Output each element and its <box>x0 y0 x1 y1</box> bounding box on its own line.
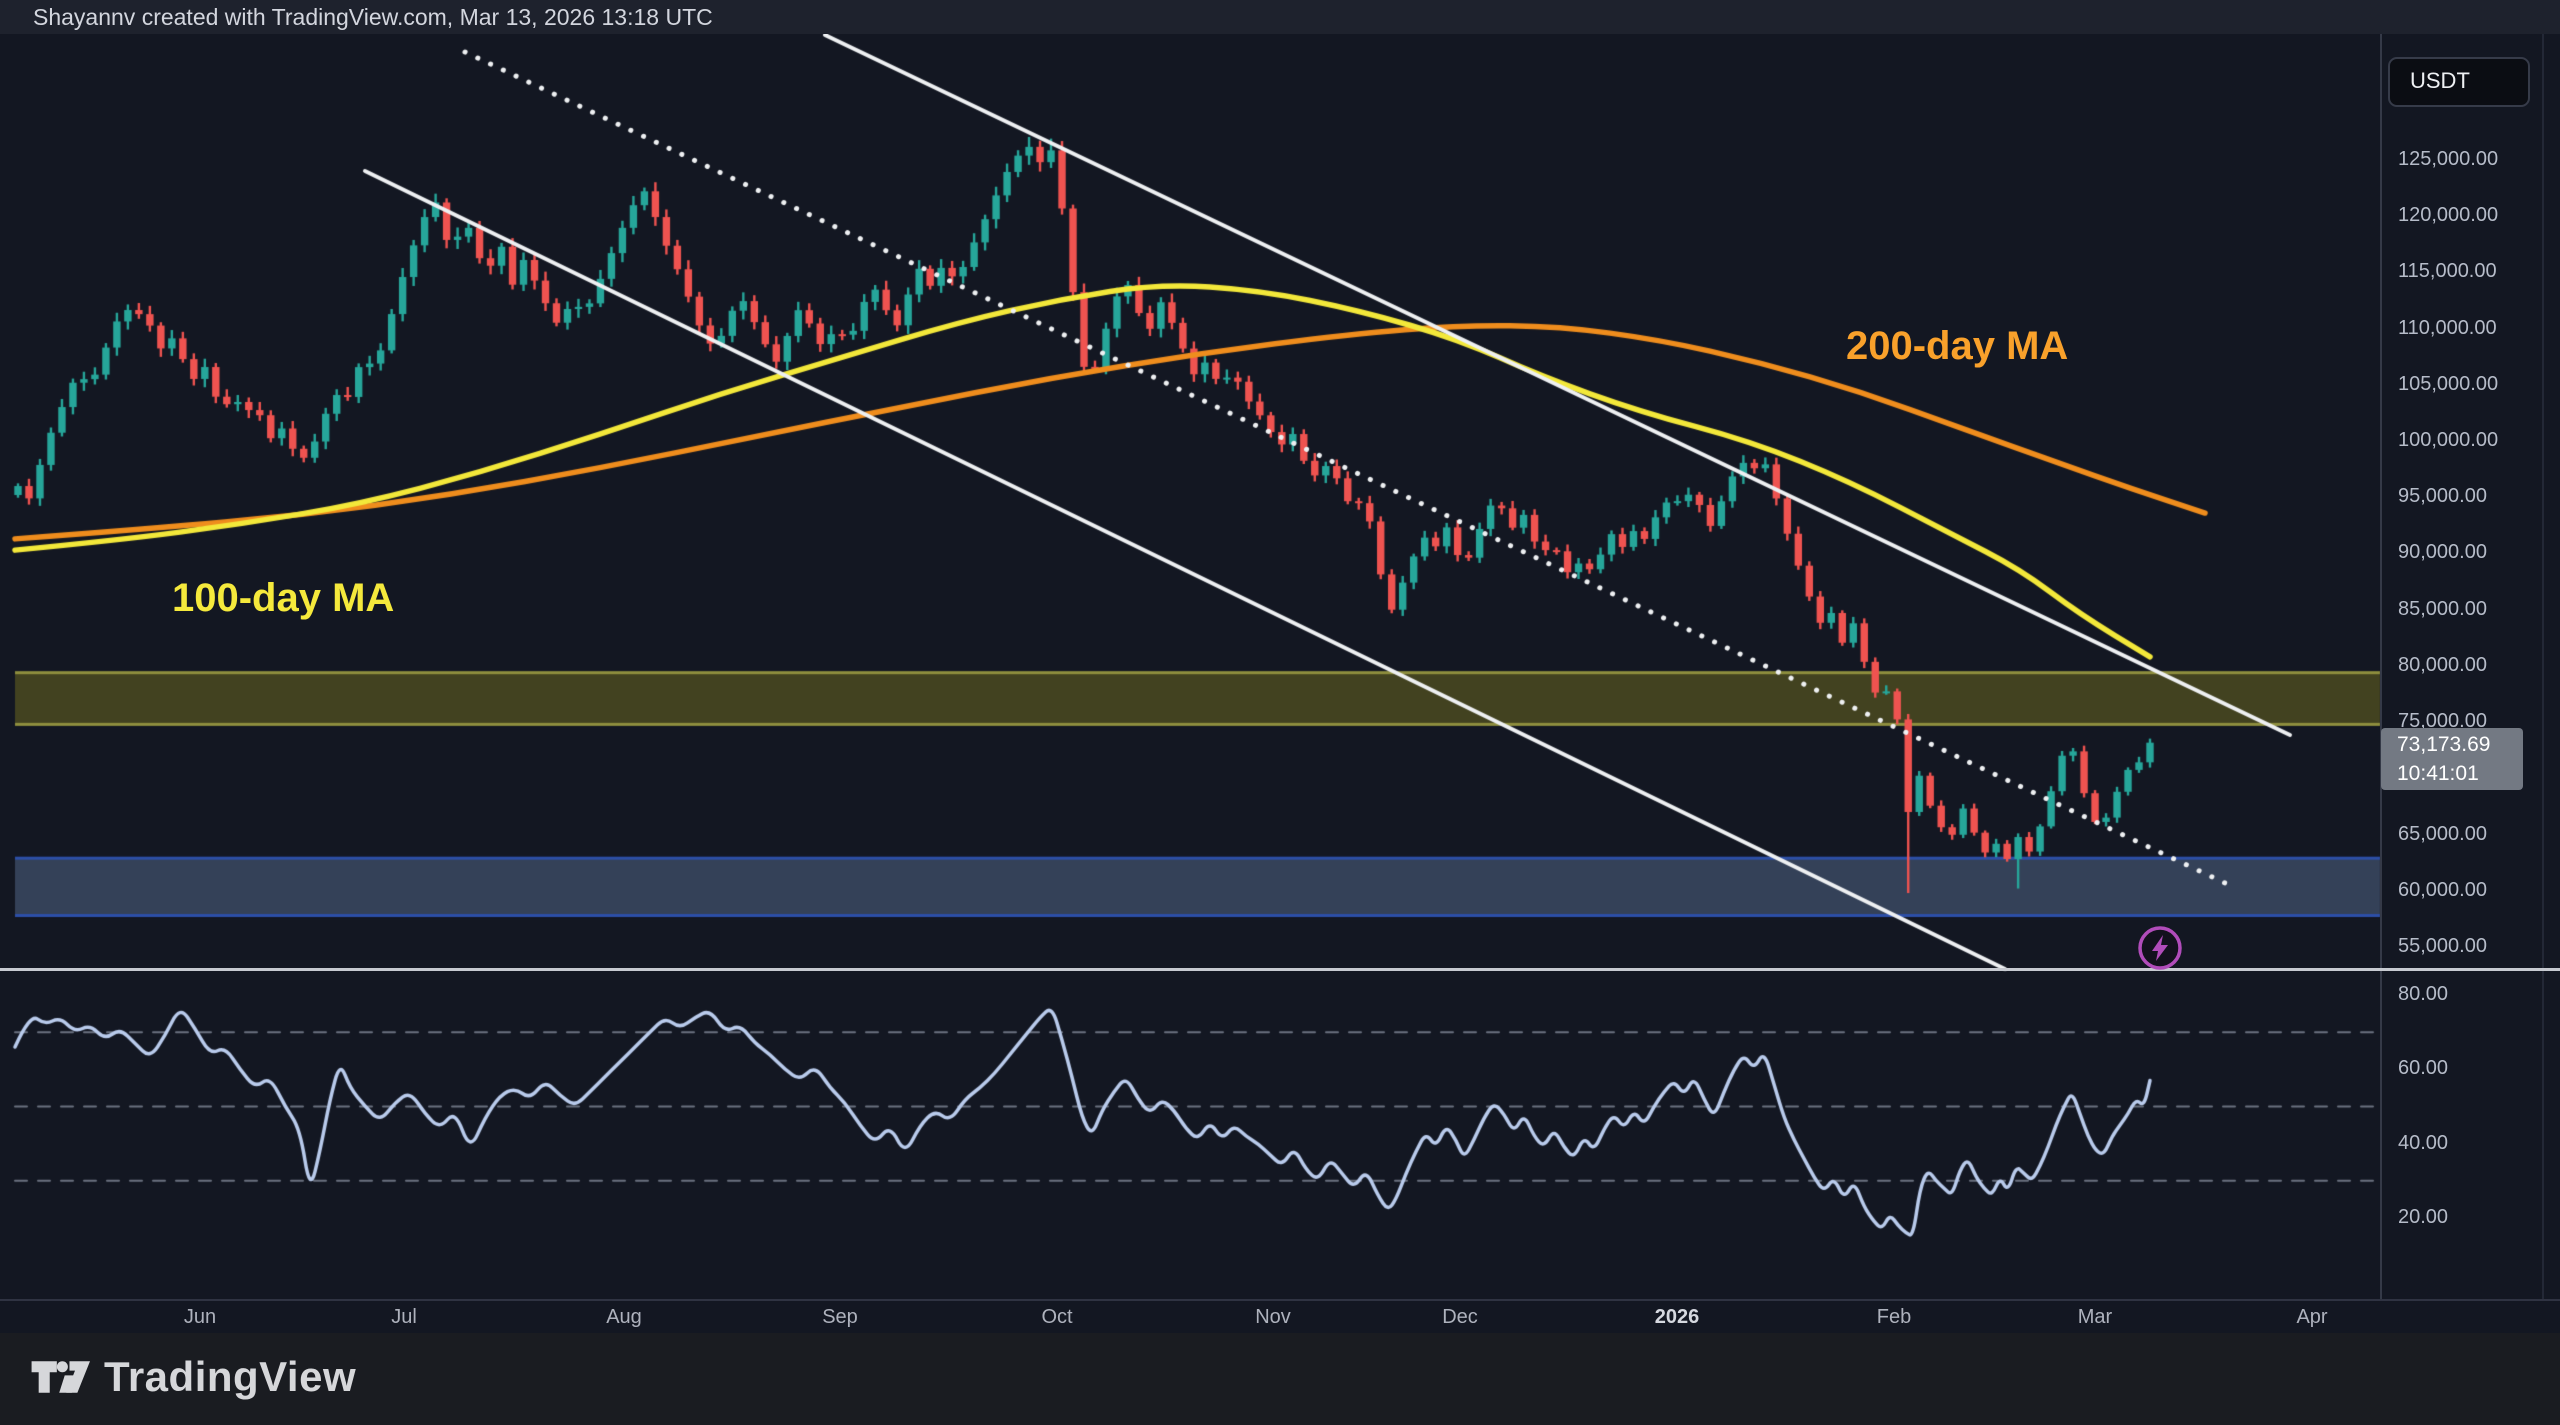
month-label-Dec[interactable]: Dec <box>1442 1306 1478 1329</box>
month-label-Feb[interactable]: Feb <box>1877 1306 1911 1329</box>
tradingview-logo-icon <box>30 1351 90 1403</box>
price-chart-canvas[interactable] <box>0 0 2560 1425</box>
price-tick-label: 65,000.00 <box>2398 823 2487 846</box>
month-label-Sep[interactable]: Sep <box>822 1306 858 1329</box>
footer-bar: TradingView <box>0 1333 2560 1425</box>
month-label-Oct[interactable]: Oct <box>1041 1306 1072 1329</box>
right-edge-border <box>2542 34 2544 1300</box>
price-tick-label: 90,000.00 <box>2398 541 2487 564</box>
month-label-Aug[interactable]: Aug <box>606 1306 642 1329</box>
price-tick-label: 95,000.00 <box>2398 485 2487 508</box>
price-tick-label: 100,000.00 <box>2398 429 2498 452</box>
rsi-tick-label: 60.00 <box>2398 1057 2448 1080</box>
month-label-Nov[interactable]: Nov <box>1255 1306 1291 1329</box>
month-label-Mar[interactable]: Mar <box>2078 1306 2112 1329</box>
rsi-tick-label: 20.00 <box>2398 1206 2448 1229</box>
price-tick-label: 120,000.00 <box>2398 204 2498 227</box>
current-price-label: 73,173.69 10:41:01 <box>2381 728 2523 790</box>
chart-page: Shayannv created with TradingView.com, M… <box>0 0 2560 1425</box>
tradingview-logo-text: TradingView <box>104 1353 356 1401</box>
rsi-tick-label: 80.00 <box>2398 983 2448 1006</box>
flash-icon <box>2136 924 2184 977</box>
attribution-text: Shayannv created with TradingView.com, M… <box>33 0 713 34</box>
time-axis-border <box>0 1299 2560 1301</box>
ma200-label: 200-day MA <box>1846 324 2068 369</box>
month-label-Jul[interactable]: Jul <box>391 1306 417 1329</box>
attribution-bar: Shayannv created with TradingView.com, M… <box>0 0 2560 34</box>
price-tick-label: 110,000.00 <box>2398 317 2497 340</box>
price-tick-label: 55,000.00 <box>2398 935 2487 958</box>
ma100-label: 100-day MA <box>172 576 394 621</box>
price-tick-label: 85,000.00 <box>2398 598 2487 621</box>
currency-badge: USDT <box>2388 57 2530 107</box>
month-label-Jun[interactable]: Jun <box>184 1306 216 1329</box>
price-tick-label: 80,000.00 <box>2398 654 2487 677</box>
bar-countdown: 10:41:01 <box>2397 759 2523 788</box>
currency-badge-label: USDT <box>2410 59 2528 103</box>
price-axis-border <box>2380 34 2382 1300</box>
price-tick-label: 115,000.00 <box>2398 260 2497 283</box>
price-tick-label: 60,000.00 <box>2398 879 2487 902</box>
month-label-2026[interactable]: 2026 <box>1655 1306 1700 1329</box>
price-tick-label: 105,000.00 <box>2398 373 2498 396</box>
current-price-value: 73,173.69 <box>2397 730 2523 759</box>
price-tick-label: 125,000.00 <box>2398 148 2498 171</box>
rsi-tick-label: 40.00 <box>2398 1132 2448 1155</box>
tradingview-logo[interactable]: TradingView <box>30 1351 356 1403</box>
month-label-Apr[interactable]: Apr <box>2296 1306 2327 1329</box>
